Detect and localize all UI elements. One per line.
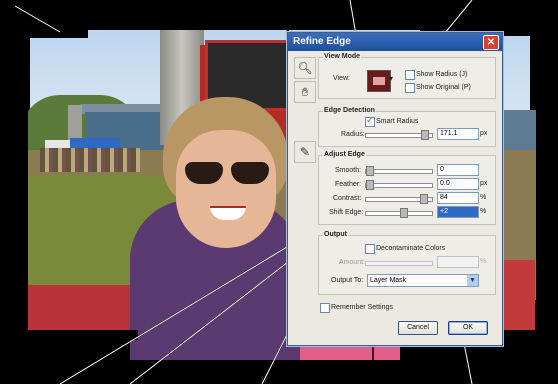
- decontaminate-colors-label: Decontaminate Colors: [376, 245, 446, 252]
- shift-edge-unit: %: [480, 208, 487, 215]
- smooth-label: Smooth:: [335, 167, 362, 174]
- show-original-checkbox[interactable]: [405, 83, 415, 93]
- callout-line: [14, 5, 61, 33]
- shift-edge-label: Shift Edge:: [329, 209, 364, 216]
- show-original-label: Show Original (P): [416, 84, 471, 91]
- shift-edge-slider-thumb[interactable]: [400, 208, 408, 218]
- contrast-input[interactable]: 84: [437, 192, 479, 204]
- smart-radius-checkbox[interactable]: [365, 115, 375, 127]
- smooth-slider-thumb[interactable]: [366, 166, 374, 176]
- smooth-input[interactable]: 0: [437, 164, 479, 176]
- amount-slider[interactable]: [365, 261, 433, 266]
- output-to-value: Layer Mask: [370, 277, 407, 284]
- radius-slider-thumb[interactable]: [421, 130, 429, 140]
- contrast-slider[interactable]: [365, 194, 433, 204]
- contrast-label: Contrast:: [333, 195, 362, 202]
- amount-unit: %: [480, 258, 487, 265]
- decontaminate-colors-checkbox[interactable]: [365, 244, 375, 254]
- show-radius-checkbox[interactable]: [405, 70, 415, 80]
- amount-input[interactable]: [437, 256, 479, 268]
- adjust-edge-group: Adjust Edge Smooth: 0 Feather: 0.0 px Co…: [318, 151, 496, 225]
- smart-radius-label: Smart Radius: [376, 118, 419, 125]
- remember-settings-checkbox[interactable]: [320, 303, 330, 313]
- close-icon[interactable]: ✕: [483, 35, 499, 50]
- edge-detection-group: Edge Detection Smart Radius Radius: 171.…: [318, 107, 496, 147]
- chevron-down-icon[interactable]: ▼: [467, 275, 478, 286]
- feather-slider[interactable]: [365, 180, 433, 190]
- output-title: Output: [323, 231, 348, 238]
- view-preview-thumbnail[interactable]: [367, 70, 391, 92]
- contrast-unit: %: [480, 194, 487, 201]
- amount-label: Amount:: [339, 259, 366, 266]
- feather-slider-thumb[interactable]: [366, 180, 374, 190]
- remember-settings-label: Remember Settings: [331, 304, 393, 311]
- contrast-slider-thumb[interactable]: [420, 194, 428, 204]
- radius-slider[interactable]: [365, 130, 433, 140]
- zoom-icon[interactable]: 🔍︎: [294, 57, 316, 79]
- edge-detection-title: Edge Detection: [323, 107, 376, 114]
- smooth-slider[interactable]: [365, 166, 433, 176]
- view-mode-group: View Mode View: ▾ Show Radius (J) Show O…: [318, 53, 496, 99]
- show-radius-label: Show Radius (J): [416, 71, 468, 78]
- feather-input[interactable]: 0.0: [437, 178, 479, 190]
- dialog-title: Refine Edge: [293, 36, 351, 47]
- radius-label: Radius:: [341, 131, 365, 138]
- feather-label: Feather:: [335, 181, 362, 188]
- output-to-label: Output To:: [331, 277, 364, 284]
- feather-unit: px: [480, 180, 488, 187]
- shift-edge-slider[interactable]: [365, 208, 433, 218]
- chevron-down-icon[interactable]: ▾: [389, 74, 393, 83]
- radius-unit: px: [480, 130, 488, 137]
- output-to-dropdown[interactable]: Layer Mask ▼: [367, 274, 479, 287]
- cancel-button[interactable]: Cancel: [398, 321, 438, 335]
- view-label: View:: [333, 75, 350, 82]
- dialog-titlebar[interactable]: Refine Edge ✕: [288, 33, 502, 51]
- hand-icon[interactable]: ✋︎: [294, 81, 316, 103]
- refine-edge-dialog: Refine Edge ✕ 🔍︎ ✋︎ ✎ View Mode View: ▾ …: [287, 32, 503, 346]
- radius-input[interactable]: 171.1: [437, 128, 479, 140]
- ok-button[interactable]: OK: [448, 321, 488, 335]
- dialog-body: 🔍︎ ✋︎ ✎ View Mode View: ▾ Show Radius (J…: [288, 51, 502, 345]
- refine-radius-brush-icon[interactable]: ✎: [294, 141, 316, 163]
- adjust-edge-title: Adjust Edge: [323, 151, 366, 158]
- output-group: Output Decontaminate Colors Amount: % Ou…: [318, 231, 496, 295]
- view-mode-title: View Mode: [323, 53, 362, 60]
- shift-edge-input[interactable]: +2: [437, 206, 479, 218]
